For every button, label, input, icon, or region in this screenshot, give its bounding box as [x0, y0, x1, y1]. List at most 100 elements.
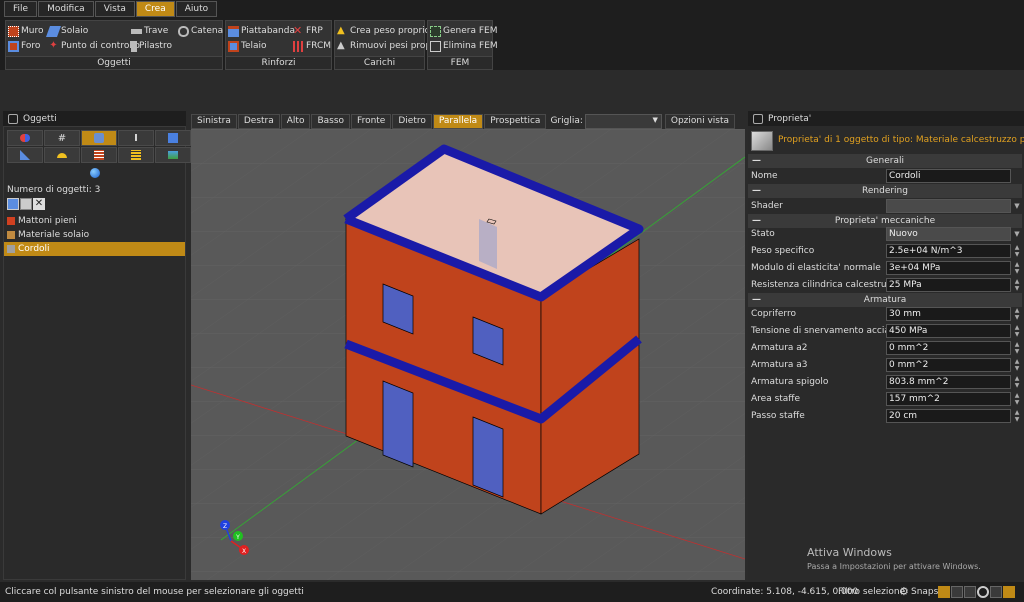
door[interactable] — [472, 416, 504, 498]
spin-buttons[interactable]: ▲ ▼ — [1013, 261, 1021, 275]
blocks-icon — [131, 150, 141, 160]
frcm-button[interactable]: FRCM — [293, 39, 331, 53]
view-destra-button[interactable]: Destra — [237, 113, 280, 129]
snap-angle-icon[interactable] — [1003, 586, 1015, 598]
elimina-fem-button[interactable]: Elimina FEM — [430, 39, 498, 53]
column-icon — [131, 40, 137, 52]
tab-grid[interactable]: # — [44, 130, 80, 146]
grid-select[interactable]: ▼ — [584, 113, 662, 129]
snap-line-icon[interactable] — [951, 586, 963, 598]
x-axis-label: X — [242, 548, 246, 555]
spin-buttons[interactable]: ▲ ▼ — [1013, 324, 1021, 338]
tab-materials[interactable] — [7, 130, 43, 146]
view-dietro-button[interactable]: Dietro — [392, 113, 432, 129]
list-item[interactable]: Materiale solaio — [4, 228, 185, 242]
pilastro-button[interactable]: Pilastro — [131, 39, 172, 53]
foro-button[interactable]: Foro — [8, 39, 40, 53]
view-parallela-button[interactable]: Parallela — [432, 113, 484, 129]
snap-edge-icon[interactable] — [964, 586, 976, 598]
add-object-icon[interactable] — [7, 198, 19, 210]
peso-field[interactable]: 2.5e+04 N/m^3 — [886, 244, 1011, 258]
telaio-button[interactable]: Telaio — [228, 39, 267, 53]
tensione-field[interactable]: 450 MPa — [886, 324, 1011, 338]
punto-controllo-button[interactable]: ✦ Punto di controllo — [48, 39, 140, 53]
chevron-down-icon[interactable]: ▼ — [1013, 199, 1021, 213]
resistenza-field[interactable]: 25 MPa — [886, 278, 1011, 292]
selection-filter-button[interactable]: Filtro selezione — [838, 582, 905, 602]
genera-fem-button[interactable]: Genera FEM — [430, 24, 497, 38]
menu-vista[interactable]: Vista — [94, 1, 135, 17]
3d-viewport[interactable]: Z Y X — [191, 129, 745, 580]
area-staffe-field[interactable]: 157 mm^2 — [886, 392, 1011, 406]
a2-field[interactable]: 0 mm^2 — [886, 341, 1011, 355]
section-armatura[interactable]: — Armatura — [748, 293, 1022, 307]
brick-material-icon — [7, 217, 15, 225]
spin-buttons[interactable]: ▲ ▼ — [1013, 341, 1021, 355]
crea-peso-button[interactable]: ▲ Crea peso proprio — [337, 24, 430, 38]
rimuovi-pesi-button[interactable]: ▲ Rimuovi pesi propri — [337, 39, 437, 53]
frame-icon — [228, 40, 239, 52]
muro-button[interactable]: Muro — [8, 24, 43, 38]
stato-select[interactable]: Nuovo — [886, 227, 1011, 241]
spin-buttons[interactable]: ▲ ▼ — [1013, 307, 1021, 321]
spin-buttons[interactable]: ▲ ▼ — [1013, 375, 1021, 389]
spin-buttons[interactable]: ▲ ▼ — [1013, 358, 1021, 372]
copy-object-icon[interactable] — [20, 198, 32, 210]
spin-buttons[interactable]: ▲ ▼ — [1013, 392, 1021, 406]
section-generali[interactable]: — Generali — [748, 154, 1022, 168]
tab-walls[interactable] — [81, 147, 117, 163]
remove-weight-icon: ▲ — [337, 39, 345, 51]
snap-point-icon[interactable] — [977, 586, 989, 598]
snap-midpoint-icon[interactable] — [990, 586, 1002, 598]
section-rendering[interactable]: — Rendering — [748, 184, 1022, 198]
door[interactable] — [382, 380, 414, 468]
snaps-label: Snaps: — [911, 587, 942, 597]
copriferro-field[interactable]: 30 mm — [886, 307, 1011, 321]
view-prospettica-button[interactable]: Prospettica — [484, 113, 547, 129]
shader-select[interactable] — [886, 199, 1011, 213]
modulo-field[interactable]: 3e+04 MPa — [886, 261, 1011, 275]
opzioni-vista-button[interactable]: Opzioni vista — [664, 113, 736, 129]
prop-a2: Armatura a2 0 mm^2 ▲ ▼ — [748, 340, 1022, 357]
spin-buttons[interactable]: ▲ ▼ — [1013, 278, 1021, 292]
frp-button[interactable]: ✕ FRP — [293, 24, 323, 38]
tab-loads[interactable] — [7, 147, 43, 163]
delete-object-icon[interactable]: ✕ — [33, 198, 45, 210]
trave-button[interactable]: Trave — [131, 24, 168, 38]
rimuovi-pesi-label: Rimuovi pesi propri — [350, 41, 438, 51]
nome-field[interactable]: Cordoli — [886, 169, 1011, 183]
tab-masonry[interactable] — [118, 147, 154, 163]
snap-grid-icon[interactable] — [938, 586, 950, 598]
tab-sphere[interactable] — [77, 165, 113, 181]
menu-aiuto[interactable]: Aiuto — [175, 1, 218, 17]
tab-surfaces[interactable] — [155, 130, 191, 146]
list-item[interactable]: Mattoni pieni — [4, 214, 185, 228]
spin-buttons[interactable]: ▲ ▼ — [1013, 244, 1021, 258]
solaio-button[interactable]: Solaio — [45, 24, 88, 38]
gear-icon[interactable]: ⚙ — [899, 582, 909, 602]
a3-field[interactable]: 0 mm^2 — [886, 358, 1011, 372]
prop-area-staffe: Area staffe 157 mm^2 ▲ ▼ — [748, 391, 1022, 408]
tab-profiles[interactable]: I — [118, 130, 154, 146]
tab-sections[interactable] — [81, 130, 117, 146]
prop-shader: Shader ▼ — [748, 198, 1022, 215]
menu-file[interactable]: File — [4, 1, 38, 17]
piattabanda-button[interactable]: Piattabanda — [228, 24, 295, 38]
list-item[interactable]: Cordoli — [4, 242, 185, 256]
passo-staffe-field[interactable]: 20 cm — [886, 409, 1011, 423]
group-oggetti: Muro Solaio Trave Catena Foro ✦ Punto di … — [5, 20, 223, 70]
view-alto-button[interactable]: Alto — [280, 113, 311, 129]
spigolo-field[interactable]: 803.8 mm^2 — [886, 375, 1011, 389]
chevron-down-icon[interactable]: ▼ — [1013, 227, 1021, 241]
view-sinistra-button[interactable]: Sinistra — [191, 113, 237, 129]
tab-images[interactable] — [155, 147, 191, 163]
scene-canvas[interactable]: Z Y X — [191, 129, 745, 580]
view-basso-button[interactable]: Basso — [311, 113, 351, 129]
menu-crea[interactable]: Crea — [135, 1, 175, 17]
menu-modifica[interactable]: Modifica — [38, 1, 94, 17]
catena-button[interactable]: Catena — [178, 24, 223, 38]
prop-area-staffe-label: Area staffe — [751, 394, 801, 404]
spin-buttons[interactable]: ▲ ▼ — [1013, 409, 1021, 423]
view-fronte-button[interactable]: Fronte — [351, 113, 392, 129]
tab-arches[interactable] — [44, 147, 80, 163]
